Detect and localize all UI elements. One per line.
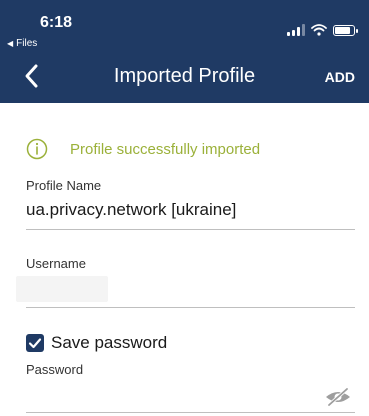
status-back-to-app[interactable]: ◀ Files bbox=[7, 38, 37, 49]
save-password-label: Save password bbox=[51, 333, 168, 352]
profile-name-label: Profile Name bbox=[26, 178, 102, 193]
username-underline bbox=[26, 307, 355, 308]
profile-name-field[interactable]: ua.privacy.network [ukraine] bbox=[26, 200, 236, 220]
username-label: Username bbox=[26, 256, 86, 271]
username-field[interactable] bbox=[16, 276, 108, 302]
info-icon bbox=[26, 138, 48, 160]
profile-name-underline bbox=[26, 229, 355, 230]
back-triangle-icon: ◀ bbox=[7, 39, 14, 48]
status-icons bbox=[287, 22, 358, 36]
add-button[interactable]: ADD bbox=[325, 69, 355, 85]
password-underline bbox=[26, 412, 355, 413]
status-time: 6:18 bbox=[40, 14, 73, 31]
app-header: 6:18 ◀ Files Imported Profile ADD bbox=[0, 0, 369, 103]
checkmark-icon bbox=[28, 338, 42, 349]
page-title: Imported Profile bbox=[113, 65, 256, 87]
status-back-label: Files bbox=[16, 38, 38, 49]
notice-text: Profile successfully imported bbox=[70, 140, 261, 158]
wifi-icon bbox=[311, 24, 327, 36]
import-success-notice: Profile successfully imported bbox=[26, 138, 260, 160]
battery-icon bbox=[333, 25, 358, 36]
hidden-eye-icon[interactable] bbox=[323, 386, 353, 408]
cellular-signal-icon bbox=[287, 24, 305, 36]
save-password-checkbox[interactable] bbox=[26, 334, 44, 352]
password-label: Password bbox=[26, 362, 84, 377]
